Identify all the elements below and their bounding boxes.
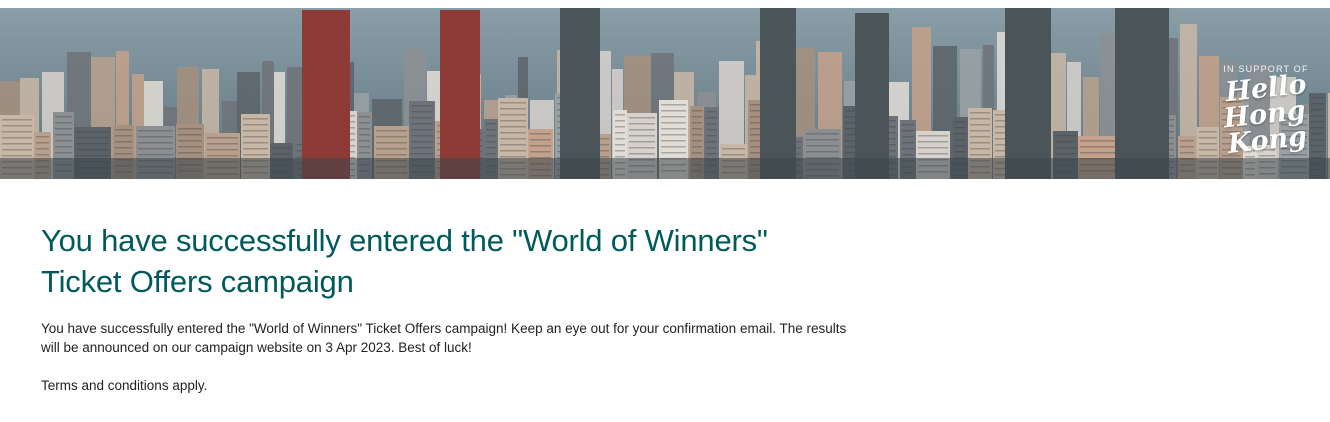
badge-logo-hong-kong: Hong Kong [1222,94,1309,160]
page-title-line1: You have successfully entered the "World… [41,223,768,258]
hello-hong-kong-badge: IN SUPPORT OF Hello Hong Kong [1208,64,1324,160]
city-skyline-image [0,8,1330,179]
confirmation-message: You have successfully entered the "World… [41,321,847,355]
page-title: You have successfully entered the "World… [41,220,861,302]
terms-notice: Terms and conditions apply. [41,378,208,393]
main-content: You have successfully entered the "World… [41,220,861,395]
top-strip [0,0,1330,8]
page-title-line2: Ticket Offers campaign [41,264,354,299]
hero-banner: IN SUPPORT OF Hello Hong Kong [0,8,1330,179]
page: IN SUPPORT OF Hello Hong Kong You have s… [0,0,1330,422]
